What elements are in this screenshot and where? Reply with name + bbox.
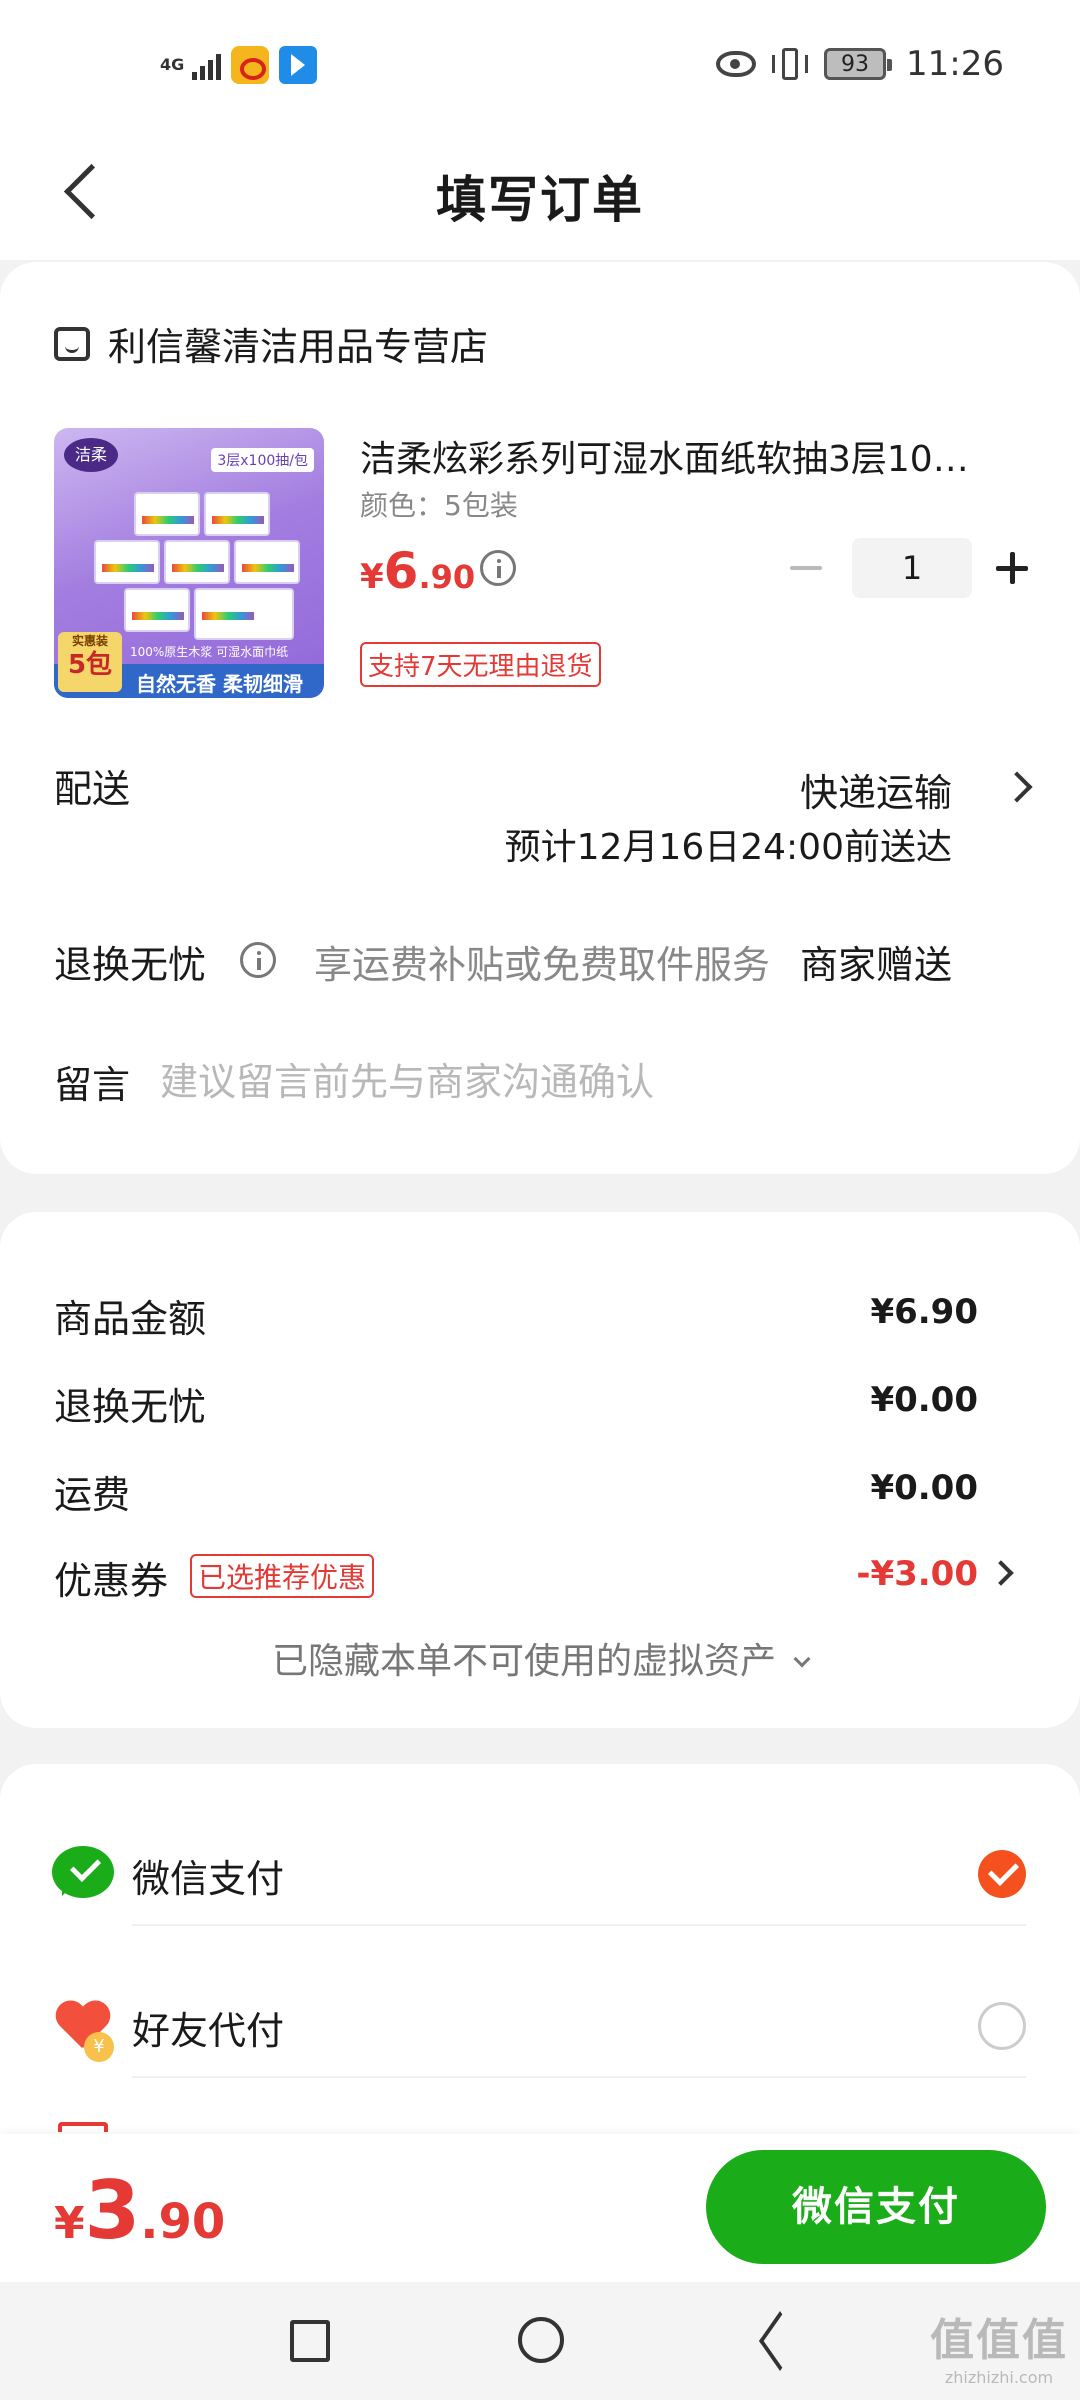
eye-comfort-icon (716, 51, 757, 77)
chevron-down-icon (793, 1650, 811, 1668)
product-image-tag: 3层x100抽/包 (211, 448, 314, 472)
price-decimal: .90 (418, 558, 476, 596)
total-symbol: ¥ (54, 2198, 85, 2249)
note-input[interactable] (160, 1052, 1020, 1112)
price-summary-card: 商品金额 ¥6.90 退换无忧 ¥0.00 运费 ¥0.00 优惠券 已选推荐优… (0, 1212, 1080, 1728)
summary-row-goods: 商品金额 ¥6.90 (54, 1288, 1010, 1341)
price-symbol: ¥ (360, 557, 384, 597)
battery-icon: 93 (824, 48, 893, 80)
total-decimal: .90 (140, 2194, 226, 2250)
delivery-method[interactable]: 快递运输 (800, 762, 952, 817)
pack-count-badge: 实惠装 5包 (58, 632, 122, 692)
watermark-logo: 值值值 (930, 2315, 1068, 2366)
app-notification-icon (279, 46, 317, 84)
summary-label: 退换无忧 (54, 1385, 207, 1429)
increase-quantity-button[interactable] (992, 548, 1032, 588)
delivery-eta: 预计12月16日24:00前送达 (504, 827, 952, 868)
wechat-pay-icon (52, 1846, 114, 1898)
recent-apps-icon[interactable] (290, 2320, 330, 2362)
status-bar: 4G 93 11:26 (0, 0, 1080, 130)
shop-header[interactable]: 利信馨清洁用品专营店 (54, 316, 488, 371)
pack-count: 5包 (67, 650, 113, 680)
payment-methods-card: 微信支付 ¥ 好友代付 (0, 1764, 1080, 2164)
product-image-subline: 100%原生木浆 可湿水面巾纸 (130, 645, 289, 659)
nav-back-icon[interactable] (748, 2316, 792, 2364)
total-price: ¥ 3 .90 (54, 2164, 225, 2257)
product-image[interactable]: 洁柔 3层x100抽/包 100%原生木浆 可湿水面巾纸 自然无香 柔韧细滑 实… (54, 428, 324, 698)
page-title: 填写订单 (436, 171, 644, 229)
payment-option-friend[interactable]: ¥ 好友代付 (0, 1952, 1080, 2102)
checkout-bar: ¥ 3 .90 微信支付 (0, 2134, 1080, 2282)
price-integer: 6 (383, 542, 419, 600)
payment-option-wechat[interactable]: 微信支付 (0, 1800, 1080, 1950)
home-icon[interactable] (518, 2317, 564, 2363)
product-title[interactable]: 洁柔炫彩系列可湿水面纸软抽3层10… (360, 430, 1020, 482)
watermark: 值值值 zhizhizhi.com (930, 2304, 1068, 2387)
system-nav-bar: 值值值 zhizhizhi.com (0, 2282, 1080, 2400)
delivery-chevron-icon[interactable] (1001, 771, 1033, 803)
note-label: 留言 (54, 1063, 131, 1107)
product-image-slogan: 自然无香 柔韧细滑 (136, 672, 303, 696)
decrease-quantity-button[interactable] (786, 548, 826, 588)
brand-logo: 洁柔 (64, 438, 118, 472)
status-left: 4G (160, 46, 317, 84)
hidden-assets-toggle[interactable]: 已隐藏本单不可使用的虚拟资产 (0, 1632, 1080, 1684)
hidden-assets-text: 已隐藏本单不可使用的虚拟资产 (271, 1641, 776, 1682)
partial-payment-icon (58, 2122, 108, 2132)
summary-row-shipping: 运费 ¥0.00 (54, 1464, 1010, 1517)
total-integer: 3 (84, 2164, 141, 2257)
delivery-label: 配送 (54, 767, 131, 811)
return-policy-badge: 支持7天无理由退货 (360, 642, 601, 687)
summary-label: 商品金额 (54, 1297, 207, 1341)
summary-value: ¥6.90 (870, 1292, 978, 1332)
product-spec[interactable]: 颜色：5包装 (360, 484, 518, 524)
shop-icon (54, 326, 90, 361)
divider (132, 1924, 1026, 1926)
payment-label: 好友代付 (132, 2009, 285, 2053)
network-type: 4G (160, 55, 185, 74)
worry-free-value: 商家赠送 (799, 943, 952, 987)
order-card: 利信馨清洁用品专营店 洁柔 3层x100抽/包 100%原生木浆 可湿水面巾纸 … (0, 262, 1080, 1174)
vibrate-icon (770, 48, 810, 80)
coupon-chevron-icon[interactable] (988, 1560, 1014, 1586)
price-info-icon[interactable] (480, 550, 516, 586)
summary-value: ¥0.00 (870, 1380, 978, 1420)
clock: 11:26 (906, 44, 1004, 84)
page-header: 填写订单 (0, 130, 1080, 260)
pack-label: 实惠装 (71, 634, 108, 648)
summary-value: ¥0.00 (870, 1468, 978, 1508)
coupon-value: -¥3.00 (856, 1554, 978, 1594)
yuan-badge-icon: ¥ (84, 2032, 114, 2062)
shop-name: 利信馨清洁用品专营店 (108, 325, 489, 369)
summary-row-worry-free: 退换无忧 ¥0.00 (54, 1376, 1010, 1429)
radio-selected-icon[interactable] (978, 1850, 1026, 1898)
wechat-pay-button[interactable]: 微信支付 (706, 2150, 1046, 2264)
divider (132, 2076, 1026, 2078)
coupon-recommended-badge: 已选推荐优惠 (190, 1554, 375, 1598)
watermark-url: zhizhizhi.com (944, 2368, 1054, 2387)
radio-unselected-icon[interactable] (978, 2002, 1026, 2050)
worry-free-desc: 享运费补贴或免费取件服务 (314, 943, 771, 987)
weibo-notification-icon (231, 46, 269, 84)
worry-free-label: 退换无忧 (54, 943, 207, 987)
quantity-input[interactable]: 1 (852, 538, 972, 598)
quantity-stepper: 1 (786, 538, 1032, 598)
product-price: ¥ 6 .90 (360, 542, 475, 600)
signal-icon (192, 50, 221, 80)
status-right: 93 11:26 (716, 44, 1004, 84)
summary-label: 优惠券 (54, 1559, 169, 1603)
summary-label: 运费 (54, 1473, 131, 1517)
worry-free-info-icon[interactable] (240, 942, 276, 978)
payment-label: 微信支付 (132, 1857, 285, 1901)
summary-row-coupon[interactable]: 优惠券 已选推荐优惠 -¥3.00 (54, 1550, 1014, 1603)
